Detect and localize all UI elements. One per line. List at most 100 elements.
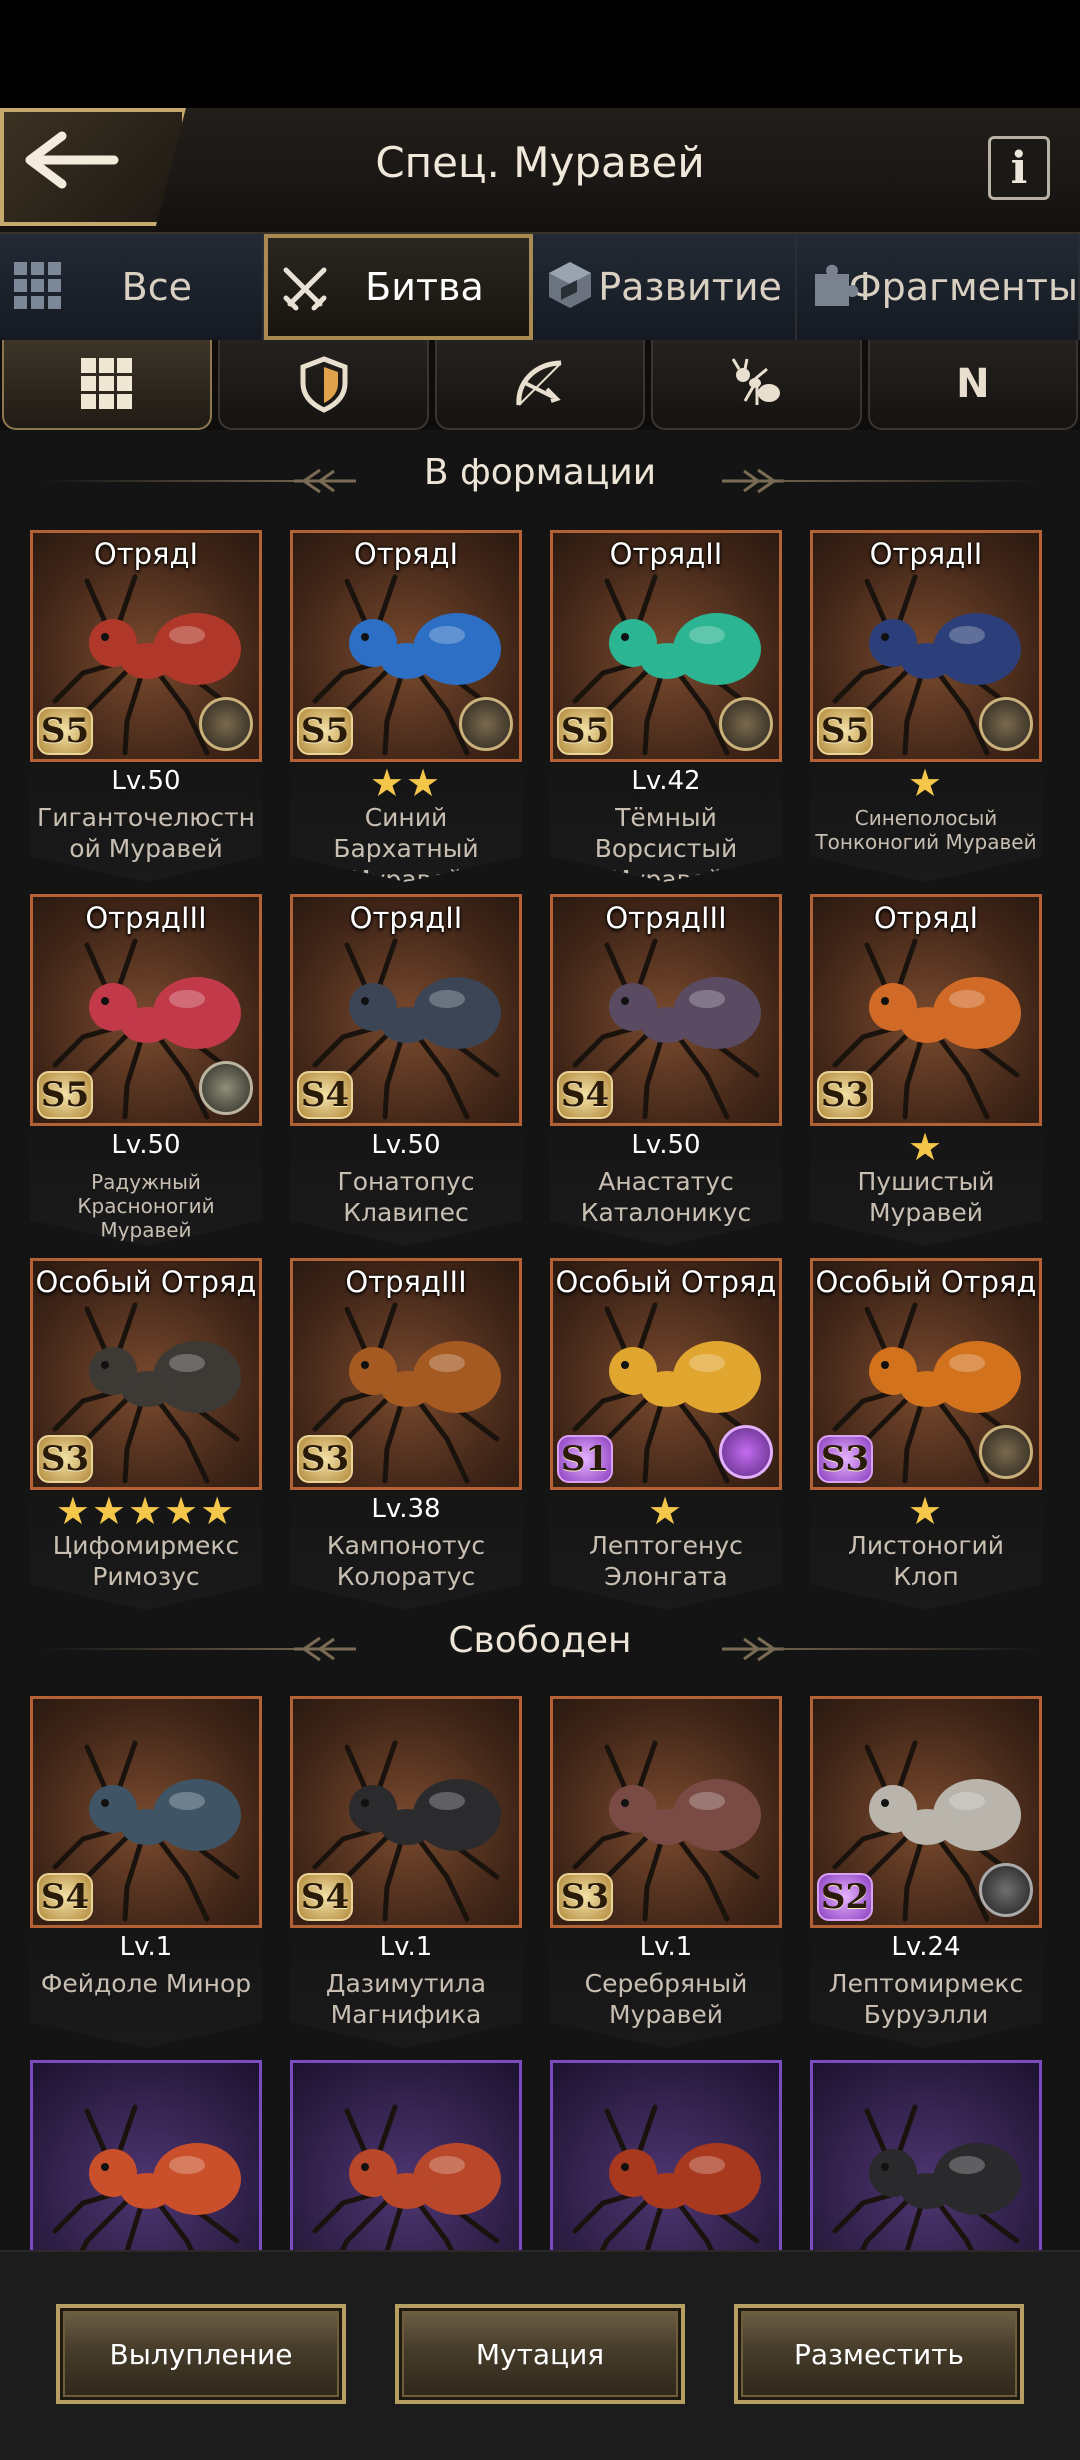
grid-icon: [81, 358, 133, 409]
filter-ant[interactable]: [651, 340, 862, 430]
ant-card[interactable]: Особый Отряд S3 ★ Листоногий Клоп: [810, 1258, 1042, 1610]
ant-info: Lv.1 Серебряный Муравей: [550, 1928, 782, 2048]
ant-info: ★★★★★ Цифомирмекс Римозус: [30, 1490, 262, 1610]
ant-card[interactable]: [290, 2060, 522, 2250]
molt-button[interactable]: Вылупление: [56, 2304, 346, 2404]
ant-card[interactable]: S4 Lv.1 Фейдоле Минор: [30, 1696, 262, 2048]
ant-card[interactable]: Особый Отряд S3 ★★★★★ Цифомирмекс Римозус: [30, 1258, 262, 1610]
grade-badge: S5: [37, 1071, 93, 1119]
deploy-button[interactable]: Разместить: [734, 2304, 1024, 2404]
grade-badge: S4: [297, 1873, 353, 1921]
ant-name: Анастатус Каталоникус: [580, 1167, 752, 1227]
info-button[interactable]: i: [988, 136, 1050, 200]
section-in-formation: В формации: [0, 452, 1080, 512]
ant-info: ★★ Синий Бархатный Муравей: [290, 762, 522, 882]
ant-portrait: ОтрядI S3: [810, 894, 1042, 1126]
squad-label: ОтрядII: [349, 901, 463, 935]
ant-card[interactable]: ОтрядI S5 ★★ Синий Бархатный Муравей: [290, 530, 522, 882]
grade-badge: S4: [37, 1873, 93, 1921]
grade-badge: S3: [817, 1435, 873, 1483]
squad-label: ОтрядI: [873, 901, 979, 935]
ant-name: Дазимутила Магнифика: [325, 1969, 487, 2029]
tab-all[interactable]: Все: [0, 234, 264, 340]
ant-card[interactable]: ОтрядII S5 ★ Синеполосый Тонконогий Муравей: [810, 530, 1042, 882]
ant-name: Цифомирмекс Римозус: [52, 1531, 240, 1591]
ant-info: ★ Пушистый Муравей: [810, 1126, 1042, 1246]
ant-portrait: Особый Отряд S1: [550, 1258, 782, 1490]
ant-info: Lv.50 Гонатопус Клавипес: [290, 1126, 522, 1246]
filter-defense[interactable]: [218, 340, 429, 430]
rank-emblem-icon: [719, 697, 773, 751]
star-rating: ★★★★★: [55, 1489, 237, 1533]
ant-card[interactable]: [30, 2060, 262, 2250]
ant-card[interactable]: ОтрядI S5 Lv.50 Гиганточелюстн ой Муравей: [30, 530, 262, 882]
filter-ranged[interactable]: [434, 340, 646, 430]
ant-card[interactable]: ОтрядI S3 ★ Пушистый Муравей: [810, 894, 1042, 1246]
ant-portrait: ОтрядII S5: [550, 530, 782, 762]
squad-label: Особый Отряд: [35, 1265, 257, 1299]
ant-card[interactable]: [810, 2060, 1042, 2250]
section-free-label: Свободен: [448, 1620, 632, 1661]
ant-info: Lv.1 Фейдоле Минор: [30, 1928, 262, 2048]
laurel-right-icon: [722, 1636, 784, 1662]
filter-n[interactable]: N: [867, 340, 1079, 430]
star-rating: ★: [907, 761, 945, 805]
level-label: Lv.50: [111, 1130, 181, 1160]
ant-portrait: S4: [290, 1696, 522, 1928]
grade-badge: S5: [37, 707, 93, 755]
grade-badge: S3: [557, 1873, 613, 1921]
ant-portrait-icon: [572, 2104, 761, 2250]
ant-name: Синеполосый Тонконогий Муравей: [815, 806, 1037, 854]
ant-info: Lv.42 Тёмный Ворсистый Муравей: [550, 762, 782, 882]
grade-badge: S3: [817, 1071, 873, 1119]
ant-name: Пушистый Муравей: [857, 1167, 995, 1227]
ant-card[interactable]: S4 Lv.1 Дазимутила Магнифика: [290, 1696, 522, 2048]
grade-badge: S4: [557, 1071, 613, 1119]
info-icon: i: [1010, 142, 1028, 194]
filter-n-label: N: [956, 361, 990, 407]
cube-icon: [549, 262, 592, 308]
ant-card[interactable]: ОтрядIII S4 Lv.50 Анастатус Каталоникус: [550, 894, 782, 1246]
star-rating: ★: [647, 1489, 685, 1533]
level-label: Lv.50: [631, 1130, 701, 1160]
ant-name: Синий Бархатный Муравей: [333, 803, 479, 894]
ant-info: ★ Синеполосый Тонконогий Муравей: [810, 762, 1042, 882]
ant-portrait-icon: [52, 2104, 241, 2250]
ant-card[interactable]: ОтрядII S5 Lv.42 Тёмный Ворсистый Муравей: [550, 530, 782, 882]
ant-card[interactable]: [550, 2060, 782, 2250]
ant-portrait-icon: [832, 2104, 1021, 2250]
ant-card[interactable]: ОтрядIII S5 Lv.50 Радужный Красноногий Мура…: [30, 894, 262, 1246]
level-label: Lv.24: [891, 1932, 961, 1962]
ant-name: Кампонотус Колоратус: [326, 1531, 486, 1591]
ant-name: Листоногий Клоп: [848, 1531, 1004, 1591]
level-label: Lv.1: [639, 1932, 693, 1962]
ant-info: Lv.50 Анастатус Каталоникус: [550, 1126, 782, 1246]
ant-portrait: S3: [550, 1696, 782, 1928]
ant-card[interactable]: ОтрядII S4 Lv.50 Гонатопус Клавипес: [290, 894, 522, 1246]
ant-card[interactable]: ОтрядIII S3 Lv.38 Кампонотус Колоратус: [290, 1258, 522, 1610]
tab-development[interactable]: Развитие: [533, 234, 797, 340]
level-label: Lv.50: [111, 766, 181, 796]
ant-card[interactable]: S2 Lv.24 Лептомирмекс Буруэлли: [810, 1696, 1042, 2048]
squad-label: ОтрядII: [869, 537, 983, 571]
tab-fragments[interactable]: Фрагменты: [796, 234, 1080, 340]
squad-label: ОтрядI: [93, 537, 199, 571]
ant-portrait: [810, 2060, 1042, 2250]
ant-portrait: ОтрядIII S3: [290, 1258, 522, 1490]
ant-info: Lv.50 Гиганточелюстн ой Муравей: [30, 762, 262, 882]
section-free: Свободен: [0, 1620, 1080, 1680]
tab-fragments-label: Фрагменты: [848, 265, 1078, 309]
rank-emblem-icon: [979, 1425, 1033, 1479]
shield-icon: [300, 356, 348, 413]
grade-badge: S5: [557, 707, 613, 755]
ant-portrait: [550, 2060, 782, 2250]
tab-battle[interactable]: Битва: [263, 234, 534, 340]
star-rating: ★★: [369, 761, 443, 805]
level-label: Lv.50: [371, 1130, 441, 1160]
ant-card[interactable]: Особый Отряд S1 ★ Лептогенус Элонгата: [550, 1258, 782, 1610]
ant-card[interactable]: S3 Lv.1 Серебряный Муравей: [550, 1696, 782, 2048]
mutation-button[interactable]: Мутация: [395, 2304, 685, 2404]
filter-all[interactable]: [2, 340, 213, 430]
ant-portrait: S2: [810, 1696, 1042, 1928]
laurel-left-icon: [294, 1636, 356, 1662]
